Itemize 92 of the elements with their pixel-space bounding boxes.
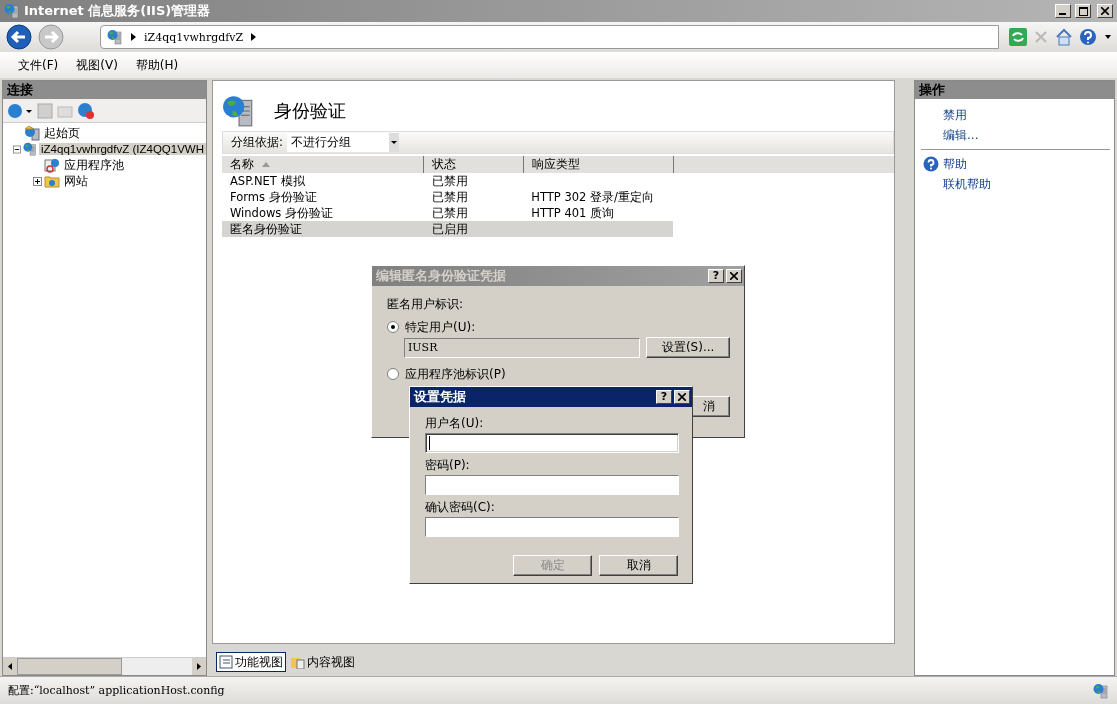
help-icon[interactable] <box>1079 28 1099 46</box>
minimize-button[interactable] <box>1055 4 1071 18</box>
table-cell-text: 已禁用 <box>431 173 469 189</box>
table-cell-text: 已启用 <box>431 221 469 237</box>
set-button[interactable]: 设置(S)... <box>646 337 730 358</box>
close-button[interactable] <box>1097 4 1113 18</box>
back-button[interactable] <box>6 24 32 50</box>
radio-label: 特定用户(U): <box>405 318 476 336</box>
sort-arrow-icon <box>262 162 270 167</box>
radio-button[interactable] <box>387 321 399 333</box>
maximize-icon <box>1078 6 1088 16</box>
field-label: 密码(P): <box>425 457 471 474</box>
connect-globe-icon[interactable] <box>7 101 33 120</box>
table-cell-text: HTTP 401 质询 <box>530 205 616 221</box>
forward-button[interactable] <box>38 24 64 50</box>
group-by-label: 分组依据: <box>231 134 284 151</box>
view-tab[interactable]: 内容视图 <box>288 652 358 672</box>
panel-header: 连接 <box>3 81 206 99</box>
input-field[interactable] <box>425 475 679 495</box>
close-button[interactable] <box>674 390 690 404</box>
app-pool-icon <box>44 157 60 173</box>
table-row[interactable]: Forms 身份验证 已禁用 HTTP 302 登录/重定向 <box>222 189 673 205</box>
menu-item[interactable]: 帮助(H) <box>135 56 179 74</box>
field-label: 用户名(U): <box>425 415 485 432</box>
table-cell-text: Forms 身份验证 <box>229 189 318 205</box>
action-link[interactable]: 禁用 <box>943 106 967 124</box>
table-cell-text: 已禁用 <box>430 189 469 205</box>
column-header[interactable]: 响应类型 <box>524 156 674 173</box>
right-arrow-icon[interactable] <box>197 663 201 670</box>
action-link[interactable]: 编辑... <box>943 126 979 144</box>
group-label: 匿名用户标识: <box>387 296 465 313</box>
help-icon <box>923 156 939 172</box>
page-title: 身份验证 <box>274 99 346 123</box>
folder-globe-icon <box>44 173 60 189</box>
home-icon[interactable] <box>1055 28 1073 46</box>
home-globe-icon <box>24 125 40 141</box>
input-field[interactable] <box>425 433 679 453</box>
column-header[interactable]: 名称 <box>222 156 424 173</box>
field-label: 确认密码(C): <box>425 499 496 516</box>
help-button[interactable]: ? <box>656 390 672 404</box>
chevron-icon <box>131 33 136 41</box>
table-cell-text: ASP.NET 模拟 <box>229 173 306 189</box>
status-text: 配置:“localhost” applicationHost.config <box>8 683 226 698</box>
tree-item[interactable]: 起始页 <box>42 125 82 141</box>
menu-item[interactable]: 视图(V) <box>76 56 118 74</box>
breadcrumb-item[interactable]: iZ4qq1vwhrgdfvZ <box>144 30 244 44</box>
table-cell-text: HTTP 302 登录/重定向 <box>530 189 655 205</box>
window-title: Internet 信息服务(IIS)管理器 <box>24 2 212 20</box>
server-globe-icon <box>22 141 38 157</box>
left-arrow-icon[interactable] <box>8 663 12 670</box>
view-tab[interactable]: 功能视图 <box>216 652 286 672</box>
radio-label: 应用程序池标识(P) <box>405 365 506 383</box>
dialog-title: 设置凭据 <box>414 388 467 406</box>
close-icon <box>678 393 686 401</box>
server-globe-icon <box>107 29 123 45</box>
dialog-button[interactable]: 取消 <box>599 555 678 576</box>
panel-header: 操作 <box>915 81 1114 99</box>
server-globe-icon <box>1093 682 1109 699</box>
group-by-dropdown[interactable]: 不进行分组 <box>287 133 400 152</box>
tree-item[interactable]: 应用程序池 <box>62 157 126 173</box>
action-link[interactable]: 联机帮助 <box>943 175 991 193</box>
close-button[interactable] <box>726 269 742 283</box>
close-icon <box>1101 7 1109 15</box>
table-row[interactable]: 匿名身份验证 已启用 <box>222 221 673 237</box>
close-icon <box>730 272 738 280</box>
caret-icon[interactable] <box>1105 35 1111 39</box>
table-cell-text: Windows 身份验证 <box>229 205 334 221</box>
column-header[interactable]: 状态 <box>424 156 524 173</box>
horizontal-scrollbar[interactable] <box>3 657 206 675</box>
tree-item[interactable]: 网站 <box>62 173 90 189</box>
address-bar[interactable]: iZ4qq1vwhrgdfvZ <box>100 25 999 49</box>
menu-item[interactable]: 文件(F) <box>18 56 59 74</box>
caret-icon[interactable] <box>389 133 400 152</box>
table-row[interactable]: ASP.NET 模拟 已禁用 <box>222 173 673 189</box>
table-cell-text: 匿名身份验证 <box>229 221 303 237</box>
disconnect-globe-icon[interactable] <box>77 101 95 120</box>
tree-item[interactable]: iZ4qq1vwhrgdfvZ (IZ4QQ1VWH <box>39 143 206 155</box>
list-icon <box>219 655 233 669</box>
dialog-title: 编辑匿名身份验证凭据 <box>376 267 507 285</box>
collapse-icon[interactable] <box>13 144 21 154</box>
table-row[interactable]: Windows 身份验证 已禁用 HTTP 401 质询 <box>222 205 673 221</box>
maximize-button[interactable] <box>1075 4 1091 18</box>
input-field[interactable] <box>425 517 679 537</box>
help-button[interactable]: ? <box>708 269 724 283</box>
action-link[interactable]: 帮助 <box>943 155 967 173</box>
expand-icon[interactable] <box>33 176 42 186</box>
user-field[interactable]: IUSR <box>404 337 641 358</box>
table-cell-text: 已禁用 <box>430 205 469 221</box>
refresh-icon[interactable] <box>1009 28 1027 46</box>
app-icon <box>4 3 20 19</box>
chevron-icon <box>251 33 257 41</box>
radio-button[interactable] <box>387 368 399 380</box>
